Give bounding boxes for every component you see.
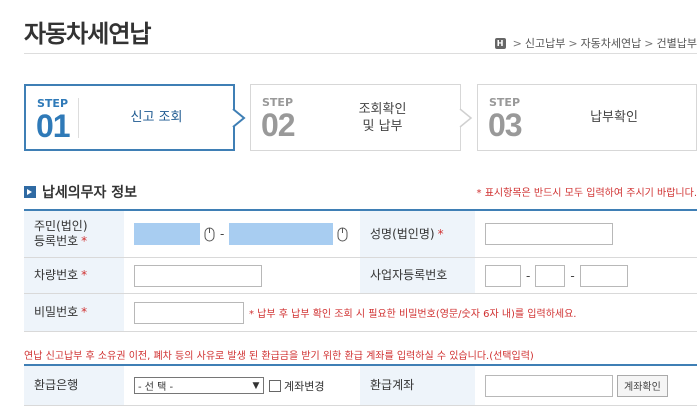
form-row-password: 비밀번호 * * 납부 후 납부 확인 조회 시 필요한 비밀번호(영문/숫자 6… [24,294,697,332]
page-title: 자동차세연납 [24,20,151,48]
title-divider [24,53,697,54]
refund-account-label: 환급계좌 [360,366,475,405]
refund-account-input[interactable] [485,374,613,397]
step-text: 신고 조회 [130,110,183,125]
breadcrumb: H > 신고납부 > 자동차세연납 > 건별납부 [494,35,697,51]
bank-select[interactable]: - 선 택 - ▼ [134,377,264,394]
step-number: 02 [261,107,296,143]
resident-no-second-input[interactable] [229,223,334,245]
biz-no-second-input[interactable] [535,264,566,287]
step-number: 03 [488,107,523,143]
change-account-checkbox[interactable] [269,379,281,392]
biz-no-cell: - - [475,258,628,293]
password-cell: * 납부 후 납부 확인 조회 시 필요한 비밀번호(영문/숫자 6자 내)를 … [124,294,576,331]
step-number: 01 [36,108,71,144]
name-label: 성명(법인명) * [360,211,475,257]
step-text: 납부확인 [590,110,638,125]
mouse-icon[interactable] [204,227,215,242]
step-arrow-active-icon [232,108,246,128]
breadcrumb-item-report[interactable]: 신고납부 [525,35,565,51]
resident-no-label: 주민(법인) 등록번호 * [24,211,124,257]
breadcrumb-item-annual-tax[interactable]: 자동차세연납 [581,35,642,51]
refund-note: 연납 신고납부 후 소유권 이전, 폐차 등의 사유로 발생 된 환급금을 받기… [24,351,534,362]
step-03: STEP 03 납부확인 [477,84,697,151]
step-text: 조회확인 및 납부 [358,101,407,134]
car-no-cell [124,258,360,293]
change-account-label: 계좌변경 [284,379,325,393]
step-divider [78,98,79,138]
breadcrumb-item-single-payment[interactable]: 건별납부 [657,35,697,51]
refund-bank-label: 환급은행 [24,366,124,405]
refund-bank-cell: - 선 택 - ▼ 계좌변경 [124,366,360,405]
resident-no-first-input[interactable] [134,223,200,245]
section-title: 납세의무자 정보 [24,182,137,202]
form-row-resident: 주민(법인) 등록번호 * - 성명(법인명) * [24,211,697,258]
bullet-arrow-icon [24,186,36,198]
name-input[interactable] [485,223,613,245]
form-row-car: 차량번호 * 사업자등록번호 - - [24,258,697,294]
chevron-down-icon: ▼ [252,380,260,391]
home-icon[interactable]: H [494,37,506,49]
taxpayer-form: 주민(법인) 등록번호 * - 성명(법인명) * 차량번호 * 사업자등록번호… [24,209,697,332]
refund-form: 환급은행 - 선 택 - ▼ 계좌변경 환급계좌 계좌확인 [24,364,697,406]
name-cell [475,211,613,257]
dash: - [526,268,531,283]
dash: - [220,227,225,241]
biz-no-third-input[interactable] [579,264,628,287]
step-arrow-icon [459,108,473,128]
step-01: STEP 01 신고 조회 [24,84,235,151]
biz-no-first-input[interactable] [485,264,521,287]
form-row-refund: 환급은행 - 선 택 - ▼ 계좌변경 환급계좌 계좌확인 [24,366,697,406]
car-no-input[interactable] [134,264,262,287]
dash: - [570,268,575,283]
password-input[interactable] [134,301,244,324]
password-label: 비밀번호 * [24,294,124,331]
account-confirm-button[interactable]: 계좌확인 [617,374,668,397]
required-note: * 표시항목은 반드시 모두 입력하여 주시기 바랍니다. [476,188,697,199]
resident-no-cell: - [124,211,360,257]
breadcrumb-separator: > [568,36,578,50]
password-note: * 납부 후 납부 확인 조회 시 필요한 비밀번호(영문/숫자 6자 내)를 … [249,309,577,320]
step-02: STEP 02 조회확인 및 납부 [250,84,461,151]
refund-account-cell: 계좌확인 [475,366,668,405]
car-no-label: 차량번호 * [24,258,124,293]
mouse-icon[interactable] [337,227,348,242]
breadcrumb-separator: > [644,36,654,50]
biz-no-label: 사업자등록번호 [360,258,475,293]
breadcrumb-separator: > [512,36,522,50]
